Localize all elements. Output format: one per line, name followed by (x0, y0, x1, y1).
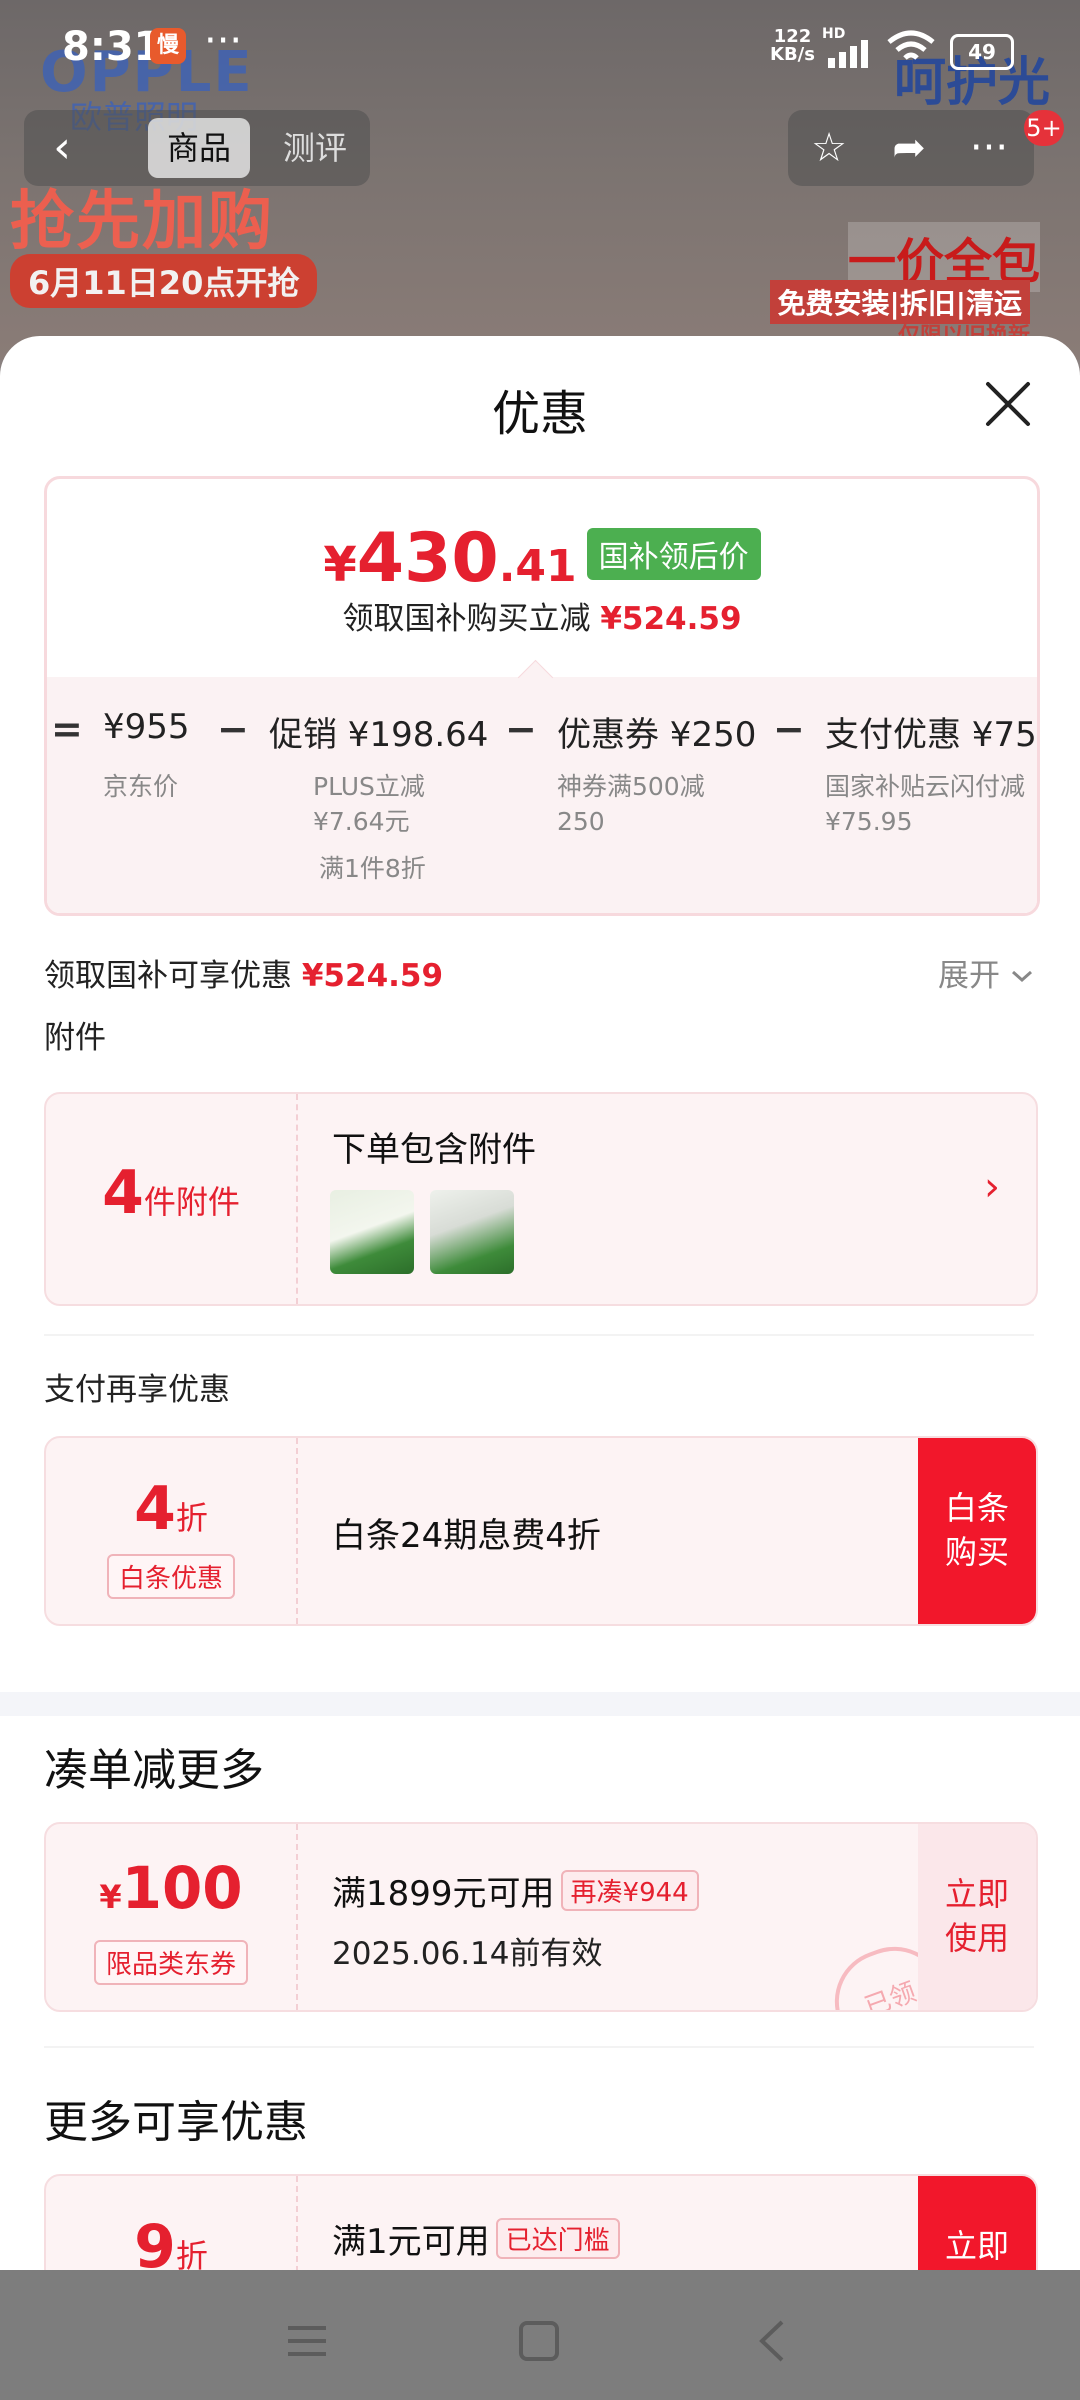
payment-discount-rule: 国家补贴云闪付减 (825, 772, 1026, 801)
menu-icon[interactable] (282, 2316, 332, 2366)
price-reduction-text: 领取国补购买立减 ¥524.59 (342, 601, 742, 637)
subsidy-price-tag: 国补领后价 (586, 528, 761, 580)
baitiao-label: 白条优惠 (106, 1554, 235, 1599)
share-icon[interactable]: ➦ (872, 112, 946, 184)
discount-sheet: 优惠 ¥430.41 国补领后价 领取国补购买立减 ¥524.59 = ¥955 … (0, 336, 1080, 2270)
more-notifications-icon: ··· (204, 18, 243, 64)
attachments-card[interactable]: 4件附件 下单包含附件 › (44, 1092, 1038, 1306)
coupon-rule-amount: 250 (557, 807, 605, 836)
back-button[interactable]: ‹ (24, 110, 100, 186)
jd-price: ¥955 (103, 707, 190, 747)
coupon-validity: 2025.06.14前有效 (332, 1936, 603, 1972)
tab-review[interactable]: 测评 (270, 118, 360, 178)
divider (44, 1334, 1034, 1336)
favorite-star-icon[interactable]: ☆ (792, 112, 866, 184)
attachment-thumbnail (430, 1190, 514, 1274)
price-calculation: = ¥955 京东价 − 促销 ¥198.64 PLUS立减 ¥7.64元 满1… (47, 677, 1037, 913)
coupon-gap-chip: 再凑¥944 (560, 1870, 699, 1911)
minus-sign: − (217, 707, 249, 751)
signal-icon (828, 40, 868, 68)
baitiao-discount: 4折 白条优惠 (46, 1438, 298, 1624)
more-offer-card: 9折 满1元可用 已达门槛 立即 (44, 2174, 1038, 2270)
attachments-title: 附件 (44, 1020, 106, 1056)
close-icon[interactable] (980, 376, 1036, 432)
price-breakdown-card: ¥430.41 国补领后价 领取国补购买立减 ¥524.59 = ¥955 京东价… (44, 476, 1040, 916)
combine-title: 凑单减更多 (44, 1745, 264, 1796)
more-offer-condition: 满1元可用 已达门槛 (332, 2214, 620, 2263)
minus-sign: − (505, 707, 537, 751)
divider (44, 2046, 1034, 2048)
coupon-rule: 神券满500减 (557, 772, 705, 801)
more-menu-icon[interactable]: ··· (952, 112, 1026, 184)
wifi-icon (887, 30, 935, 60)
chevron-down-icon (1011, 970, 1032, 983)
sheet-title: 优惠 (491, 386, 588, 442)
back-icon[interactable] (748, 2316, 798, 2366)
promo-amount: 促销 ¥198.64 (269, 715, 489, 755)
expand-button[interactable]: 展开 (938, 950, 1034, 995)
baitiao-description: 白条24期息费4折 (332, 1516, 601, 1556)
attachments-count: 4件附件 (46, 1094, 298, 1304)
threshold-reached-chip: 已达门槛 (495, 2218, 620, 2259)
coupon-label: 限品类东券 (93, 1940, 248, 1985)
more-offer-button[interactable]: 立即 (918, 2176, 1036, 2270)
status-bar: 8:31 慢 ··· 122 KB/s HD 49 (0, 0, 1080, 100)
baitiao-buy-button[interactable]: 白条 购买 (918, 1438, 1036, 1624)
chevron-right-icon: › (984, 1164, 1000, 1210)
home-icon[interactable] (514, 2316, 564, 2366)
more-offer-discount: 9折 (46, 2176, 298, 2270)
coupon-condition: 满1899元可用 再凑¥944 (332, 1866, 699, 1915)
status-time: 8:31 (62, 24, 162, 70)
promo-date: 6月11日20点开抢 (10, 254, 318, 308)
battery-icon: 49 (950, 34, 1014, 70)
final-price: ¥430.41 国补领后价 (47, 519, 1037, 598)
minus-sign: − (773, 707, 805, 751)
coupon-value: ¥100 限品类东券 (46, 1824, 298, 2010)
use-coupon-button[interactable]: 立即 使用 (918, 1824, 1036, 2010)
payment-title: 支付再享优惠 (44, 1372, 230, 1408)
more-offers-title: 更多可享优惠 (44, 2097, 308, 2148)
attachments-headline: 下单包含附件 (332, 1130, 536, 1170)
promo-rule: 满1件8折 (319, 854, 426, 883)
app-notification-icon: 慢 (150, 28, 186, 64)
equals-sign: = (51, 707, 83, 751)
coupon-card: ¥100 限品类东券 满1899元可用 再凑¥944 2025.06.14前有效 … (44, 1822, 1038, 2012)
payment-discount: 支付优惠 ¥75. (825, 715, 1040, 755)
payment-discount-amount: ¥75.95 (825, 807, 913, 836)
plus-discount: PLUS立减 (313, 772, 425, 801)
tab-goods[interactable]: 商品 (148, 118, 250, 178)
subsidy-summary: 领取国补可享优惠 ¥524.59 (44, 958, 444, 994)
baitiao-card: 4折 白条优惠 白条24期息费4折 白条 购买 (44, 1436, 1038, 1626)
attachment-thumbnail (330, 1190, 414, 1274)
plus-discount-amount: ¥7.64元 (313, 807, 410, 836)
coupon-amount: 优惠券 ¥250 (557, 715, 757, 755)
section-separator (0, 1692, 1080, 1716)
jd-price-label: 京东价 (103, 772, 179, 801)
network-speed: 122 KB/s (770, 26, 815, 65)
cart-count-badge: 5+ (1024, 110, 1064, 146)
